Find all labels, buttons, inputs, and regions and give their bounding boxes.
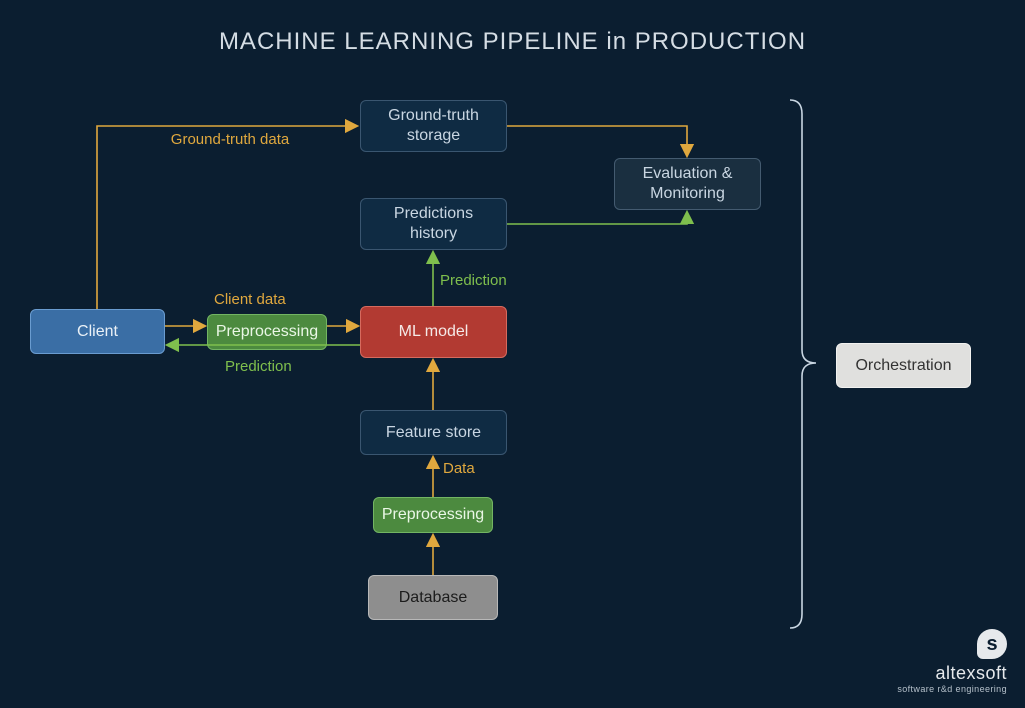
label-prediction-up: Prediction <box>440 272 507 289</box>
brand-tagline: software r&d engineering <box>897 684 1007 694</box>
node-database: Database <box>368 575 498 620</box>
node-evaluation-monitoring: Evaluation & Monitoring <box>614 158 761 210</box>
brand-logo: s altexsoft software r&d engineering <box>897 629 1007 694</box>
brand-mark-icon: s <box>977 629 1007 659</box>
brand-name: altexsoft <box>897 663 1007 684</box>
node-client: Client <box>30 309 165 354</box>
node-preprocessing-top: Preprocessing <box>207 314 327 350</box>
label-prediction-back: Prediction <box>225 358 292 375</box>
label-ground-truth-data: Ground-truth data <box>170 131 290 148</box>
diagram-title: MACHINE LEARNING PIPELINE in PRODUCTION <box>0 28 1025 56</box>
node-predictions-history: Predictions history <box>360 198 507 250</box>
label-data: Data <box>443 460 475 477</box>
node-feature-store: Feature store <box>360 410 507 455</box>
node-preprocessing-bottom: Preprocessing <box>373 497 493 533</box>
node-ml-model: ML model <box>360 306 507 358</box>
node-orchestration: Orchestration <box>836 343 971 388</box>
node-ground-truth-storage: Ground-truth storage <box>360 100 507 152</box>
label-client-data: Client data <box>214 291 286 308</box>
